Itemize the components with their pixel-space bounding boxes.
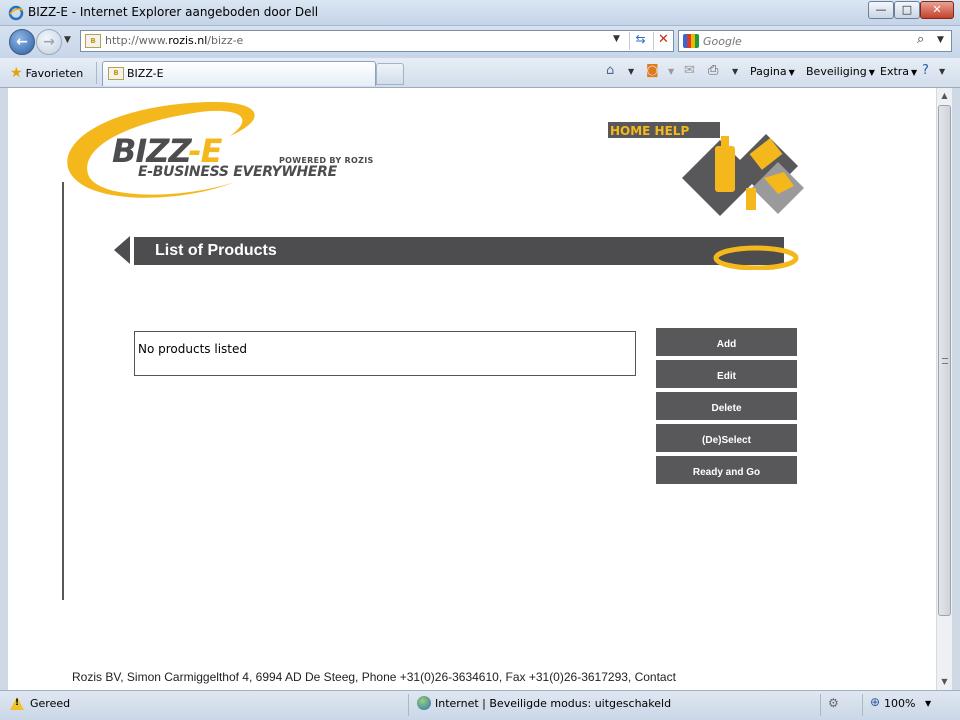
window-title: BIZZ-E - Internet Explorer aangeboden do… — [28, 5, 319, 19]
warning-mark: ! — [15, 698, 20, 708]
ie-icon — [8, 5, 24, 21]
zoom-level[interactable]: 100% — [884, 697, 915, 710]
help-icon[interactable]: ? — [922, 63, 929, 78]
back-button[interactable]: ← — [9, 29, 35, 55]
stop-icon[interactable]: ✕ — [653, 32, 673, 50]
logo-tagline: E-BUSINESS EVERYWHERE — [138, 164, 337, 180]
maximize-button[interactable]: □ — [894, 1, 920, 19]
tab-favicon-icon: B — [108, 67, 124, 80]
google-icon — [683, 34, 699, 48]
add-button[interactable]: Add — [656, 328, 797, 356]
home-help-link[interactable]: HOME HELP — [610, 124, 689, 138]
divider — [96, 62, 97, 84]
page-menu[interactable]: Pagina ▼ — [750, 64, 795, 81]
scroll-down-icon[interactable]: ▼ — [937, 674, 952, 690]
home-icon[interactable]: ⌂ — [606, 63, 614, 78]
window-titlebar: BIZZ-E - Internet Explorer aangeboden do… — [0, 0, 960, 26]
search-input[interactable] — [703, 33, 903, 49]
security-menu[interactable]: Beveiliging ▼ — [806, 64, 875, 81]
forward-button[interactable]: → — [36, 29, 62, 55]
minimize-button[interactable]: — — [868, 1, 894, 19]
star-icon: ★ — [10, 65, 23, 81]
deselect-button[interactable]: (De)Select — [656, 424, 797, 452]
home-dropdown-icon[interactable]: ▼ — [628, 67, 634, 76]
page-title: List of Products — [155, 242, 277, 259]
status-bar: ! Gereed Internet | Beveiligde modus: ui… — [0, 690, 960, 720]
ready-and-go-button[interactable]: Ready and Go — [656, 456, 797, 484]
history-dropdown-icon[interactable]: ▼ — [64, 35, 71, 45]
refresh-icon[interactable]: ⇆ — [629, 32, 651, 50]
window-frame — [952, 88, 960, 690]
zoom-icon[interactable]: ⊕ — [870, 695, 880, 709]
divider — [408, 694, 409, 716]
scroll-up-icon[interactable]: ▲ — [937, 88, 952, 104]
status-text: Gereed — [30, 697, 71, 710]
favorites-label: Favorieten — [25, 67, 84, 80]
help-dropdown-icon[interactable]: ▼ — [939, 67, 945, 76]
product-list[interactable]: No products listed — [134, 331, 636, 376]
new-tab-button[interactable] — [376, 63, 404, 85]
favorites-bar: ★ Favorieten B BIZZ-E ⌂ ▼ ◙ ▼ ✉ ⎙ ▼ Pagin… — [0, 58, 960, 88]
feeds-dropdown-icon[interactable]: ▼ — [668, 67, 674, 76]
navigation-bar: ← → ▼ B http://www.rozis.nl/bizz-e ▼ ⇆ ✕… — [0, 26, 960, 58]
print-icon[interactable]: ⎙ — [708, 63, 718, 78]
scroll-grip-icon — [942, 358, 948, 364]
tab-bizz-e[interactable]: B BIZZ-E — [102, 61, 376, 86]
page-footer: Rozis BV, Simon Carmiggelthof 4, 6994 AD… — [72, 670, 676, 684]
powered-by-label: POWERED BY ROZIS — [279, 156, 374, 165]
close-button[interactable]: ✕ — [920, 1, 954, 19]
tab-label: BIZZ-E — [127, 67, 164, 80]
mail-icon[interactable]: ✉ — [684, 63, 695, 78]
edit-button[interactable]: Edit — [656, 360, 797, 388]
site-favicon-icon: B — [85, 34, 101, 48]
delete-button[interactable]: Delete — [656, 392, 797, 420]
vertical-scrollbar[interactable]: ▲ ▼ — [936, 88, 952, 690]
search-box[interactable]: ⌕ ▼ — [678, 30, 952, 52]
security-zone-text[interactable]: Internet | Beveiligde modus: uitgeschake… — [435, 697, 671, 710]
empty-list-message: No products listed — [138, 342, 247, 356]
favorites-button[interactable]: ★ Favorieten — [10, 63, 83, 83]
vertical-divider — [62, 182, 64, 600]
zoom-dropdown-icon[interactable]: ▼ — [925, 699, 931, 708]
divider — [820, 694, 821, 716]
address-bar[interactable]: B http://www.rozis.nl/bizz-e ▼ ⇆ ✕ — [80, 30, 674, 52]
address-url[interactable]: http://www.rozis.nl/bizz-e — [105, 34, 243, 47]
extra-menu[interactable]: Extra ▼ — [880, 64, 917, 81]
internet-zone-icon[interactable] — [417, 696, 431, 710]
address-dropdown-icon[interactable]: ▼ — [613, 34, 620, 44]
divider — [862, 694, 863, 716]
protected-mode-icon[interactable]: ⚙ — [828, 696, 839, 710]
scroll-thumb[interactable] — [938, 105, 951, 616]
print-dropdown-icon[interactable]: ▼ — [732, 67, 738, 76]
search-icon[interactable]: ⌕ — [917, 32, 924, 47]
page-viewport: BIZZ-E E-BUSINESS EVERYWHERE POWERED BY … — [8, 88, 936, 690]
feeds-icon[interactable]: ◙ — [646, 63, 659, 78]
search-options-dropdown-icon[interactable]: ▼ — [937, 35, 944, 45]
